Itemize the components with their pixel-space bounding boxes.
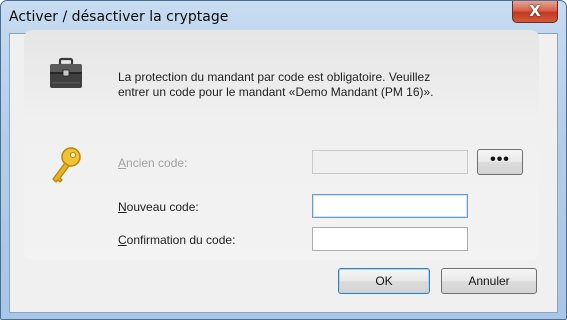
cancel-button[interactable]: Annuler bbox=[441, 268, 537, 294]
close-icon: X bbox=[529, 2, 541, 20]
content-panel bbox=[24, 30, 539, 260]
confirm-code-label: Confirmation du code: bbox=[118, 233, 236, 247]
info-message-line-2: entrer un code pour le mandant «Demo Man… bbox=[118, 85, 434, 99]
key-icon bbox=[52, 147, 81, 183]
old-code-label: Ancien code: bbox=[118, 156, 188, 170]
ok-button[interactable]: OK bbox=[338, 268, 430, 294]
confirm-code-field[interactable] bbox=[312, 227, 468, 251]
new-code-label: Nouveau code: bbox=[118, 200, 199, 214]
info-message-line-1: La protection du mandant par code est ob… bbox=[118, 70, 431, 84]
window-title: Activer / désactiver la cryptage bbox=[9, 9, 229, 25]
close-button[interactable]: X bbox=[512, 1, 558, 23]
ellipsis-icon: ••• bbox=[490, 151, 510, 168]
old-code-field[interactable] bbox=[312, 150, 468, 174]
browse-button[interactable]: ••• bbox=[477, 149, 523, 175]
briefcase-icon bbox=[50, 57, 82, 88]
info-message: La protection du mandant par code est ob… bbox=[118, 70, 498, 100]
title-bar[interactable]: Activer / désactiver la cryptage X bbox=[1, 1, 566, 33]
new-code-field[interactable] bbox=[312, 194, 468, 218]
